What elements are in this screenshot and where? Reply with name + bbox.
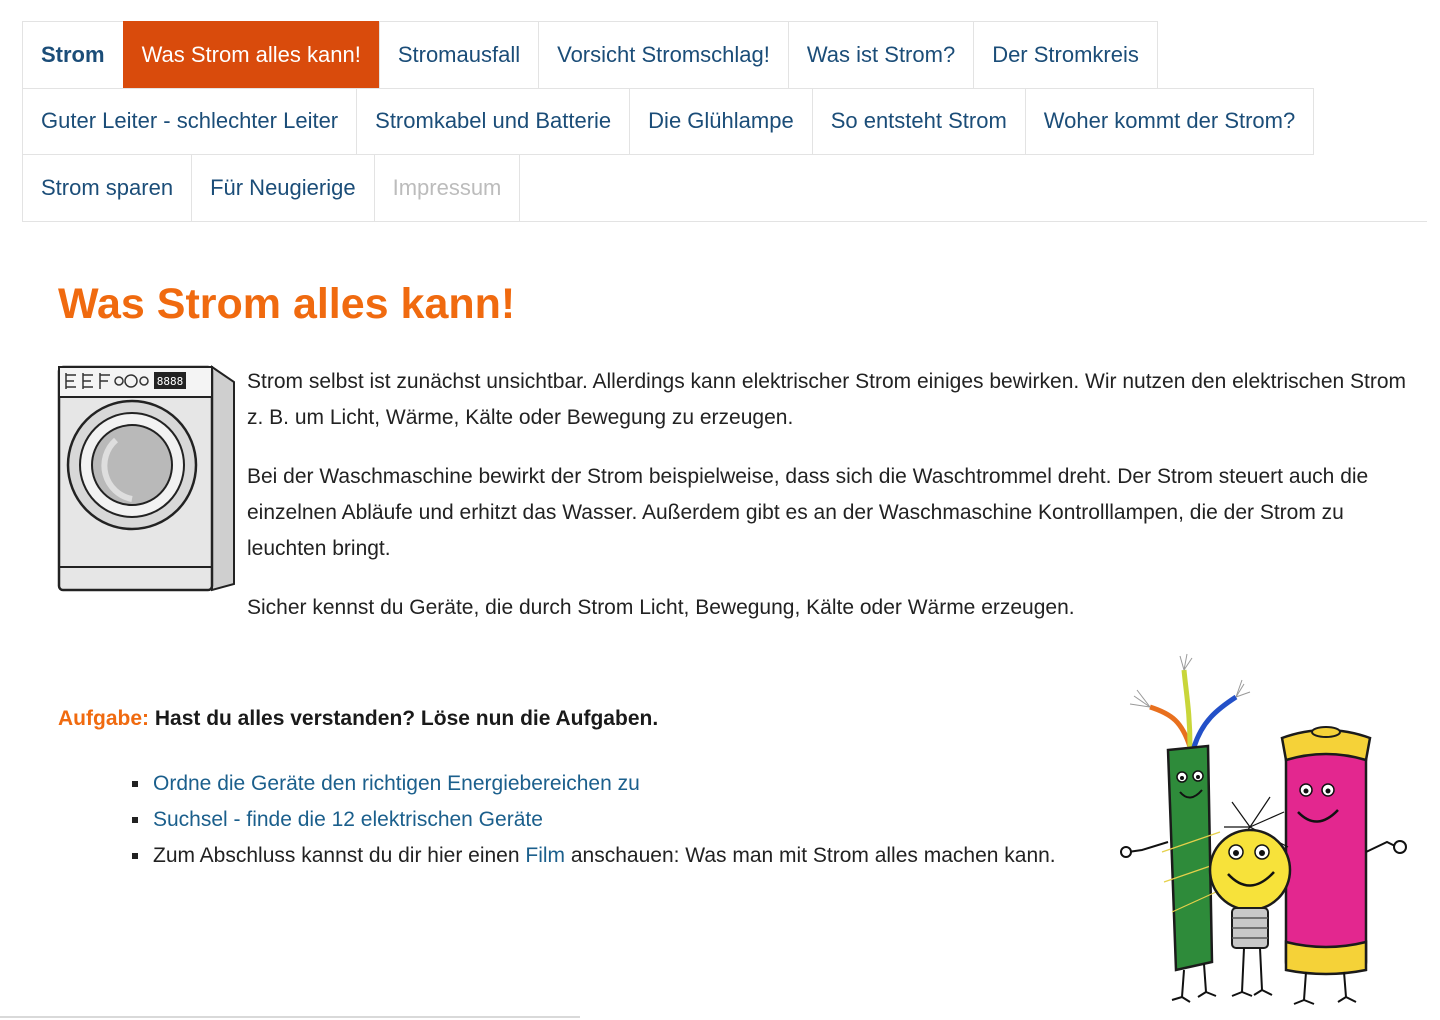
task-label: Aufgabe: xyxy=(58,707,149,730)
washer-display: 8888 xyxy=(157,375,184,388)
paragraph-2: Bei der Waschmaschine bewirkt der Strom … xyxy=(247,465,1369,560)
tab-stromkabel-und-batterie[interactable]: Stromkabel und Batterie xyxy=(356,87,631,155)
tab-vorsicht-stromschlag[interactable]: Vorsicht Stromschlag! xyxy=(538,21,789,89)
tab-was-ist-strom[interactable]: Was ist Strom? xyxy=(787,21,975,89)
tab-navigation: Strom Was Strom alles kann! Stromausfall Vo… xyxy=(22,21,1427,222)
washing-machine-illustration: 8888 xyxy=(57,365,235,592)
paragraph-3: Sicher kennst du Geräte, die durch Strom… xyxy=(247,596,1075,619)
film-text-before: Zum Abschluss kannst du dir hier einen xyxy=(153,844,526,867)
intro-text: Strom selbst ist zunächst unsichtbar. Al… xyxy=(247,364,1417,649)
tab-so-entsteht-strom[interactable]: So entsteht Strom xyxy=(811,87,1026,155)
list-item: Suchsel - finde die 12 elektrischen Gerä… xyxy=(130,802,1100,838)
page-title: Was Strom alles kann! xyxy=(58,280,516,328)
electricity-mascots-illustration xyxy=(1120,653,1407,1005)
paragraph-1: Strom selbst ist zunächst unsichtbar. Al… xyxy=(247,370,1407,429)
list-item: Zum Abschluss kannst du dir hier einen F… xyxy=(130,838,1100,874)
tab-strom[interactable]: Strom xyxy=(22,21,124,89)
link-film[interactable]: Film xyxy=(525,844,565,867)
link-word-search[interactable]: Suchsel - finde die 12 elektrischen Gerä… xyxy=(153,808,543,831)
film-text-after: anschauen: Was man mit Strom alles mache… xyxy=(565,844,1056,867)
tab-für-neugierige[interactable]: Für Neugierige xyxy=(191,154,375,222)
horizontal-scrollbar[interactable] xyxy=(0,1016,580,1018)
list-item: Ordne die Geräte den richtigen Energiebe… xyxy=(130,766,1100,802)
tab-was-strom-alles-kann[interactable]: Was Strom alles kann! xyxy=(122,21,380,89)
tab-woher-kommt-der-strom[interactable]: Woher kommt der Strom? xyxy=(1024,87,1315,155)
task-heading: Aufgabe: Hast du alles verstanden? Löse … xyxy=(58,707,658,731)
tab-stromausfall[interactable]: Stromausfall xyxy=(378,21,540,89)
tab-impressum: Impressum xyxy=(373,154,521,222)
tab-guter-leiter-schlechter-leiter[interactable]: Guter Leiter - schlechter Leiter xyxy=(22,87,358,155)
task-list: Ordne die Geräte den richtigen Energiebe… xyxy=(130,766,1100,874)
tab-die-glühlampe[interactable]: Die Glühlampe xyxy=(629,87,813,155)
link-energy-assignment[interactable]: Ordne die Geräte den richtigen Energiebe… xyxy=(153,772,640,795)
tab-der-stromkreis[interactable]: Der Stromkreis xyxy=(973,21,1158,89)
task-text: Hast du alles verstanden? Löse nun die A… xyxy=(154,707,659,730)
tab-strom-sparen[interactable]: Strom sparen xyxy=(22,154,193,222)
